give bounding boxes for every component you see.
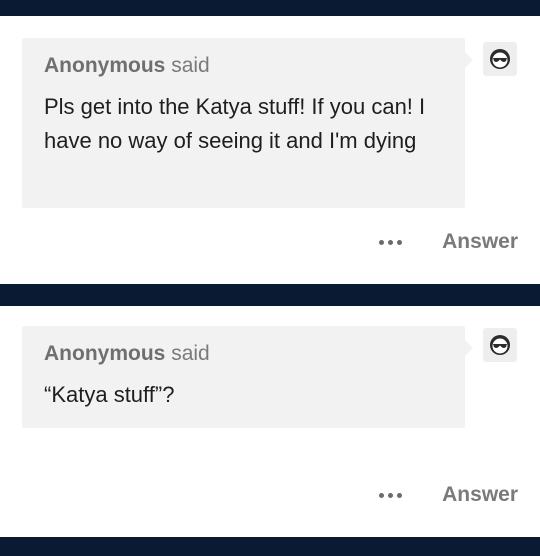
asker-line: Anonymous said [44,52,443,80]
question-text: Pls get into the Katya stuff! If you can… [44,94,426,153]
answer-button[interactable]: Answer [442,230,518,254]
sunglasses-face-icon[interactable] [483,328,517,362]
asker-name[interactable]: Anonymous [44,342,165,365]
post-actions: Answer [379,230,518,254]
top-dark-band [0,0,540,16]
more-dots-icon[interactable] [379,492,403,498]
question-text: “Katya stuff”? [44,382,175,407]
ask-card: Anonymous said Pls get into the Katya st… [0,16,540,284]
asker-verb: said [171,342,210,365]
ask-card: Anonymous said “Katya stuff”? Answer [0,306,540,537]
answer-button[interactable]: Answer [442,483,518,507]
more-dots-icon[interactable] [379,239,403,245]
asker-line: Anonymous said [44,340,443,368]
sunglasses-face-icon[interactable] [483,42,517,76]
post-actions: Answer [379,483,518,507]
asker-name[interactable]: Anonymous [44,54,165,77]
middle-dark-band [0,284,540,306]
bottom-dark-band [0,537,540,556]
question-bubble: Anonymous said “Katya stuff”? [22,326,473,428]
question-bubble: Anonymous said Pls get into the Katya st… [22,38,473,208]
asker-verb: said [171,54,210,77]
